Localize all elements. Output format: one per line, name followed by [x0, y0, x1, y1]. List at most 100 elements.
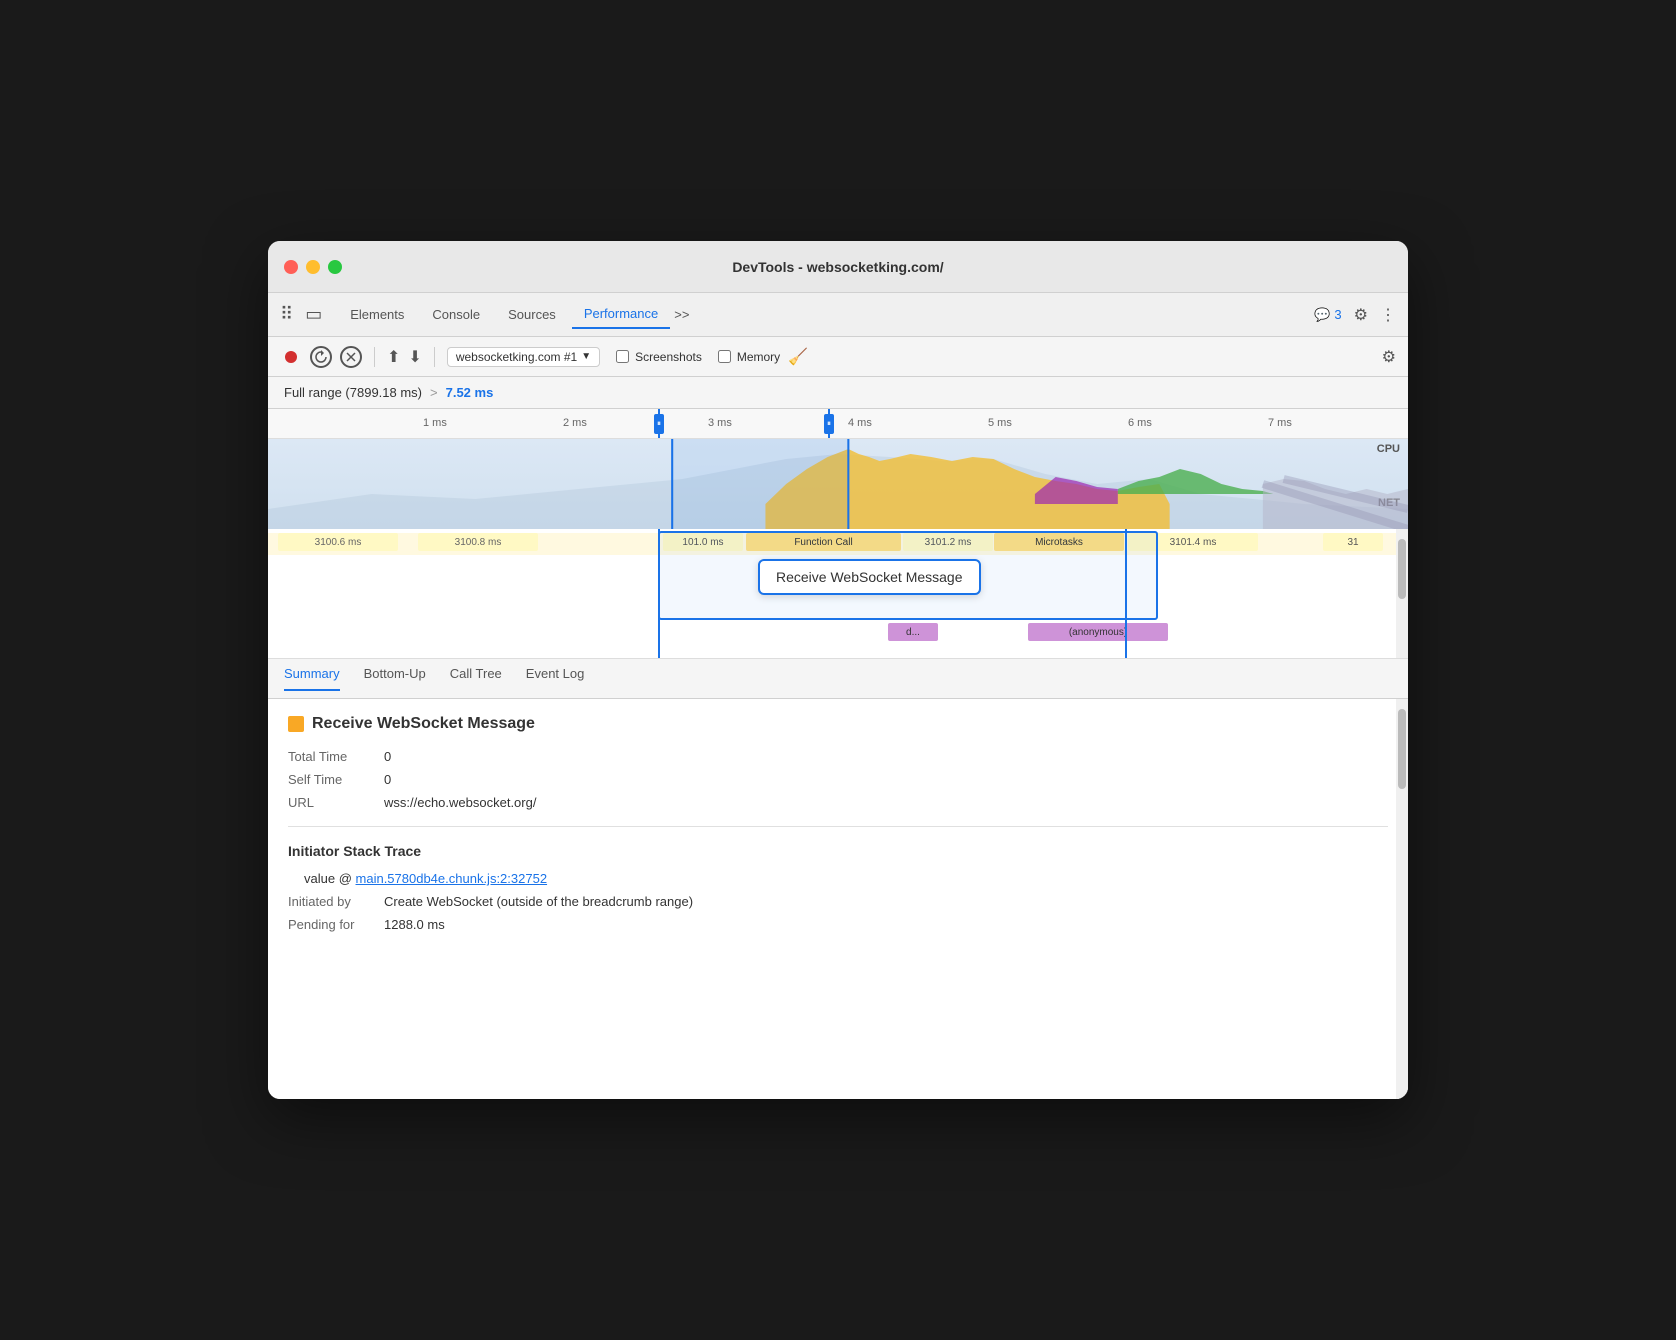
timeline-area: ⏸ ⏸ 1 ms 2 ms 3 ms 4 ms 5 ms 6 ms 7 ms C… [268, 409, 1408, 659]
devtools-window: DevTools - websocketking.com/ ⠿ ▭ Elemen… [268, 241, 1408, 1099]
self-time-value: 0 [384, 772, 391, 787]
divider-1 [374, 347, 375, 367]
tab-bottom-up[interactable]: Bottom-Up [364, 666, 426, 691]
scrollbar-thumb[interactable] [1398, 539, 1406, 599]
range-arrow: > [430, 385, 438, 400]
initiator-title: Initiator Stack Trace [288, 843, 1388, 859]
cpu-chart: CPU NET [268, 439, 1408, 529]
ruler-mark-3: 3 ms [708, 417, 732, 429]
panel-scrollbar[interactable] [1396, 699, 1408, 1099]
summary-icon [288, 716, 304, 732]
flame-block-fn-call[interactable]: Function Call [746, 533, 901, 551]
pending-for-row: Pending for 1288.0 ms [288, 917, 1388, 932]
window-title: DevTools - websocketking.com/ [732, 259, 943, 275]
url-text: websocketking.com #1 [456, 350, 577, 364]
tooltip-popup: Receive WebSocket Message [758, 559, 981, 595]
total-time-row: Total Time 0 [288, 749, 1388, 764]
upload-icon[interactable]: ⬆ [387, 347, 400, 367]
tab-console[interactable]: Console [420, 301, 492, 328]
nav-tabs: Elements Console Sources Performance >> [338, 300, 1298, 329]
flame-block-anonymous[interactable]: (anonymous) [1028, 623, 1168, 641]
chat-icon: 💬 [1314, 307, 1330, 323]
vert-line-left [658, 529, 660, 658]
dropdown-icon: ▼ [581, 351, 591, 362]
screenshots-checkbox[interactable] [616, 350, 629, 363]
memory-checkbox-group: Memory [718, 350, 780, 364]
timeline-handle-right[interactable]: ⏸ [828, 409, 830, 438]
screenshots-checkbox-group: Screenshots [616, 350, 702, 364]
perf-settings-icon[interactable]: ⚙ [1382, 347, 1396, 367]
range-value: 7.52 ms [446, 385, 494, 400]
perf-toolbar: ⬆ ⬇ websocketking.com #1 ▼ Screenshots M… [268, 337, 1408, 377]
toolbar-icons: ⠿ ▭ [280, 304, 322, 325]
code-link[interactable]: main.5780db4e.chunk.js:2:32752 [356, 871, 548, 886]
summary-divider [288, 826, 1388, 827]
flame-block-3101-2ms[interactable]: 3101.2 ms [903, 533, 993, 551]
bottom-tabs: Summary Bottom-Up Call Tree Event Log [268, 659, 1408, 699]
close-button[interactable] [284, 260, 298, 274]
code-line: value @ main.5780db4e.chunk.js:2:32752 [288, 871, 1388, 886]
chat-count: 3 [1334, 307, 1341, 322]
tab-sources[interactable]: Sources [496, 301, 568, 328]
self-time-row: Self Time 0 [288, 772, 1388, 787]
self-time-label: Self Time [288, 772, 368, 787]
tab-elements[interactable]: Elements [338, 301, 416, 328]
code-prefix: value @ [304, 871, 352, 886]
summary-title-text: Receive WebSocket Message [312, 715, 535, 733]
titlebar: DevTools - websocketking.com/ [268, 241, 1408, 293]
total-time-value: 0 [384, 749, 391, 764]
ruler-mark-6: 6 ms [1128, 417, 1152, 429]
flame-block-microtasks[interactable]: Microtasks [994, 533, 1124, 551]
clear-button[interactable] [340, 346, 362, 368]
timeline-ruler: ⏸ ⏸ 1 ms 2 ms 3 ms 4 ms 5 ms 6 ms 7 ms [268, 409, 1408, 439]
device-icon[interactable]: ▭ [305, 304, 322, 325]
inspect-icon[interactable]: ⠿ [280, 304, 293, 325]
tooltip-text: Receive WebSocket Message [776, 569, 963, 585]
ruler-mark-5: 5 ms [988, 417, 1012, 429]
range-bar: Full range (7899.18 ms) > 7.52 ms [268, 377, 1408, 409]
nav-toolbar: ⠿ ▭ Elements Console Sources Performance… [268, 293, 1408, 337]
screenshots-label[interactable]: Screenshots [635, 350, 702, 364]
pending-for-label: Pending for [288, 917, 368, 932]
panel-scrollbar-thumb[interactable] [1398, 709, 1406, 789]
flame-block-time2: 3100.8 ms [418, 533, 538, 551]
more-tabs[interactable]: >> [674, 307, 689, 322]
minimize-button[interactable] [306, 260, 320, 274]
pending-for-value: 1288.0 ms [384, 917, 445, 932]
initiated-by-value: Create WebSocket (outside of the breadcr… [384, 894, 693, 909]
total-time-label: Total Time [288, 749, 368, 764]
chat-badge[interactable]: 💬 3 [1314, 307, 1341, 323]
memory-checkbox[interactable] [718, 350, 731, 363]
timeline-handle-left[interactable]: ⏸ [658, 409, 660, 438]
url-row: URL wss://echo.websocket.org/ [288, 795, 1388, 810]
maximize-button[interactable] [328, 260, 342, 274]
tab-summary[interactable]: Summary [284, 666, 340, 691]
tab-call-tree[interactable]: Call Tree [450, 666, 502, 691]
flame-block-d[interactable]: d... [888, 623, 938, 641]
url-select[interactable]: websocketking.com #1 ▼ [447, 347, 600, 367]
divider-2 [434, 347, 435, 367]
ruler-mark-1: 1 ms [423, 417, 447, 429]
ruler-mark-4: 4 ms [848, 417, 872, 429]
memory-label[interactable]: Memory [737, 350, 780, 364]
download-icon[interactable]: ⬇ [408, 347, 421, 367]
ruler-mark-7: 7 ms [1268, 417, 1292, 429]
broom-icon[interactable]: 🧹 [788, 347, 808, 367]
initiated-by-label: Initiated by [288, 894, 368, 909]
flame-block-101ms[interactable]: 101.0 ms [663, 533, 743, 551]
more-menu-icon[interactable]: ⋮ [1380, 305, 1396, 325]
traffic-lights [284, 260, 342, 274]
vert-line-right [1125, 529, 1127, 658]
range-label: Full range (7899.18 ms) [284, 385, 422, 400]
flame-area[interactable]: 3100.6 ms 3100.8 ms 101.0 ms Function Ca… [268, 529, 1408, 659]
flame-block-3101-4ms: 3101.4 ms [1128, 533, 1258, 551]
tab-performance[interactable]: Performance [572, 300, 670, 329]
flame-block-31: 31 [1323, 533, 1383, 551]
record-button[interactable] [280, 346, 302, 368]
summary-panel: Receive WebSocket Message Total Time 0 S… [268, 699, 1408, 1099]
reload-record-button[interactable] [310, 346, 332, 368]
tab-event-log[interactable]: Event Log [526, 666, 585, 691]
timeline-scrollbar[interactable] [1396, 529, 1408, 658]
settings-icon[interactable]: ⚙ [1354, 305, 1368, 325]
flame-block-time1: 3100.6 ms [278, 533, 398, 551]
